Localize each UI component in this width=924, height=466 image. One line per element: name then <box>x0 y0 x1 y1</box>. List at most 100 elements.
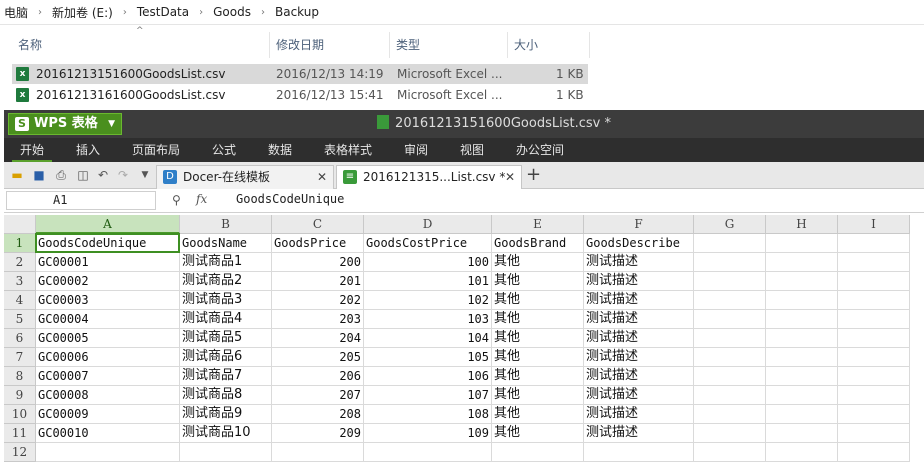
undo-icon[interactable]: ↶ <box>96 168 110 182</box>
print-icon[interactable]: ⎙ <box>54 168 68 182</box>
tab-csv-document[interactable]: ≡ 2016121315...List.csv * ✕ <box>336 165 522 189</box>
cell-d1[interactable]: GoodsCostPrice <box>364 234 492 253</box>
cell-f5[interactable]: 测试描述 <box>584 310 694 329</box>
breadcrumb-item[interactable]: TestData <box>133 5 193 19</box>
cell-b7[interactable]: 测试商品6 <box>180 348 272 367</box>
cell-e6[interactable]: 其他 <box>492 329 584 348</box>
cell-b2[interactable]: 测试商品1 <box>180 253 272 272</box>
column-header-d[interactable]: D <box>364 215 492 234</box>
cell-c8[interactable]: 206 <box>272 367 364 386</box>
menu-table-style[interactable]: 表格样式 <box>316 138 380 162</box>
cell-a9[interactable]: GC00008 <box>36 386 180 405</box>
breadcrumb-item[interactable]: Goods <box>209 5 255 19</box>
cell-i8[interactable] <box>838 367 910 386</box>
select-all-corner[interactable] <box>4 215 36 234</box>
cell-a8[interactable]: GC00007 <box>36 367 180 386</box>
cell-i3[interactable] <box>838 272 910 291</box>
column-header-type[interactable]: 类型 <box>390 32 508 58</box>
cell-h5[interactable] <box>766 310 838 329</box>
cell-h8[interactable] <box>766 367 838 386</box>
cell-f6[interactable]: 测试描述 <box>584 329 694 348</box>
cell-g9[interactable] <box>694 386 766 405</box>
save-icon[interactable]: ■ <box>32 168 46 182</box>
cell-f12[interactable] <box>584 443 694 462</box>
cell-f9[interactable]: 测试描述 <box>584 386 694 405</box>
menu-home[interactable]: 开始 <box>12 138 52 162</box>
close-icon[interactable]: ✕ <box>505 166 515 188</box>
cell-c9[interactable]: 207 <box>272 386 364 405</box>
menu-data[interactable]: 数据 <box>260 138 300 162</box>
row-header[interactable]: 12 <box>4 443 36 462</box>
cell-d4[interactable]: 102 <box>364 291 492 310</box>
cell-c3[interactable]: 201 <box>272 272 364 291</box>
breadcrumb-item[interactable]: 新加卷 (E:) <box>48 4 117 21</box>
cell-b11[interactable]: 测试商品10 <box>180 424 272 443</box>
menu-office-space[interactable]: 办公空间 <box>508 138 572 162</box>
cell-g8[interactable] <box>694 367 766 386</box>
cell-h2[interactable] <box>766 253 838 272</box>
file-row[interactable]: x 20161213151600GoodsList.csv 2016/12/13… <box>12 64 588 84</box>
cell-a6[interactable]: GC00005 <box>36 329 180 348</box>
cell-a3[interactable]: GC00002 <box>36 272 180 291</box>
cell-a1[interactable]: GoodsCodeUnique <box>36 234 180 253</box>
cell-d6[interactable]: 104 <box>364 329 492 348</box>
cell-c5[interactable]: 203 <box>272 310 364 329</box>
cell-f11[interactable]: 测试描述 <box>584 424 694 443</box>
cell-e2[interactable]: 其他 <box>492 253 584 272</box>
breadcrumb-item[interactable]: Backup <box>271 5 323 19</box>
cell-g1[interactable] <box>694 234 766 253</box>
wps-app-menu-button[interactable]: S WPS 表格 ▼ <box>8 113 122 135</box>
cell-f2[interactable]: 测试描述 <box>584 253 694 272</box>
row-header[interactable]: 1 <box>4 234 36 253</box>
cell-a11[interactable]: GC00010 <box>36 424 180 443</box>
tab-docer-templates[interactable]: D Docer-在线模板 ✕ <box>156 165 334 189</box>
fx-icon[interactable]: fx <box>196 192 207 206</box>
row-header[interactable]: 11 <box>4 424 36 443</box>
row-header[interactable]: 5 <box>4 310 36 329</box>
column-header-name[interactable]: 名称 <box>12 32 270 58</box>
cell-d9[interactable]: 107 <box>364 386 492 405</box>
new-tab-button[interactable]: + <box>526 164 541 185</box>
cell-a10[interactable]: GC00009 <box>36 405 180 424</box>
column-header-b[interactable]: B <box>180 215 272 234</box>
cell-b10[interactable]: 测试商品9 <box>180 405 272 424</box>
formula-input[interactable]: GoodsCodeUnique <box>236 192 344 206</box>
cell-b8[interactable]: 测试商品7 <box>180 367 272 386</box>
cell-a4[interactable]: GC00003 <box>36 291 180 310</box>
breadcrumb[interactable]: 电脑 › 新加卷 (E:) › TestData › Goods › Backu… <box>0 0 924 25</box>
row-header[interactable]: 8 <box>4 367 36 386</box>
cell-f4[interactable]: 测试描述 <box>584 291 694 310</box>
cell-b9[interactable]: 测试商品8 <box>180 386 272 405</box>
cell-e7[interactable]: 其他 <box>492 348 584 367</box>
cell-d8[interactable]: 106 <box>364 367 492 386</box>
row-header[interactable]: 10 <box>4 405 36 424</box>
cell-f3[interactable]: 测试描述 <box>584 272 694 291</box>
cell-h9[interactable] <box>766 386 838 405</box>
cell-c10[interactable]: 208 <box>272 405 364 424</box>
cell-i11[interactable] <box>838 424 910 443</box>
cell-g6[interactable] <box>694 329 766 348</box>
cell-f1[interactable]: GoodsDescribe <box>584 234 694 253</box>
cell-b3[interactable]: 测试商品2 <box>180 272 272 291</box>
menu-insert[interactable]: 插入 <box>68 138 108 162</box>
cell-b12[interactable] <box>180 443 272 462</box>
cell-a12[interactable] <box>36 443 180 462</box>
breadcrumb-item[interactable]: 电脑 <box>0 4 32 21</box>
cell-h11[interactable] <box>766 424 838 443</box>
menu-formulas[interactable]: 公式 <box>204 138 244 162</box>
cell-b4[interactable]: 测试商品3 <box>180 291 272 310</box>
cell-a5[interactable]: GC00004 <box>36 310 180 329</box>
cell-e1[interactable]: GoodsBrand <box>492 234 584 253</box>
file-row[interactable]: x 20161213161600GoodsList.csv 2016/12/13… <box>12 85 588 105</box>
cell-h4[interactable] <box>766 291 838 310</box>
zoom-function-icon[interactable]: ⚲ <box>172 193 181 207</box>
cell-c4[interactable]: 202 <box>272 291 364 310</box>
cell-i10[interactable] <box>838 405 910 424</box>
cell-h6[interactable] <box>766 329 838 348</box>
cell-e12[interactable] <box>492 443 584 462</box>
cell-e11[interactable]: 其他 <box>492 424 584 443</box>
cell-b5[interactable]: 测试商品4 <box>180 310 272 329</box>
row-header[interactable]: 3 <box>4 272 36 291</box>
column-header-e[interactable]: E <box>492 215 584 234</box>
cell-g11[interactable] <box>694 424 766 443</box>
